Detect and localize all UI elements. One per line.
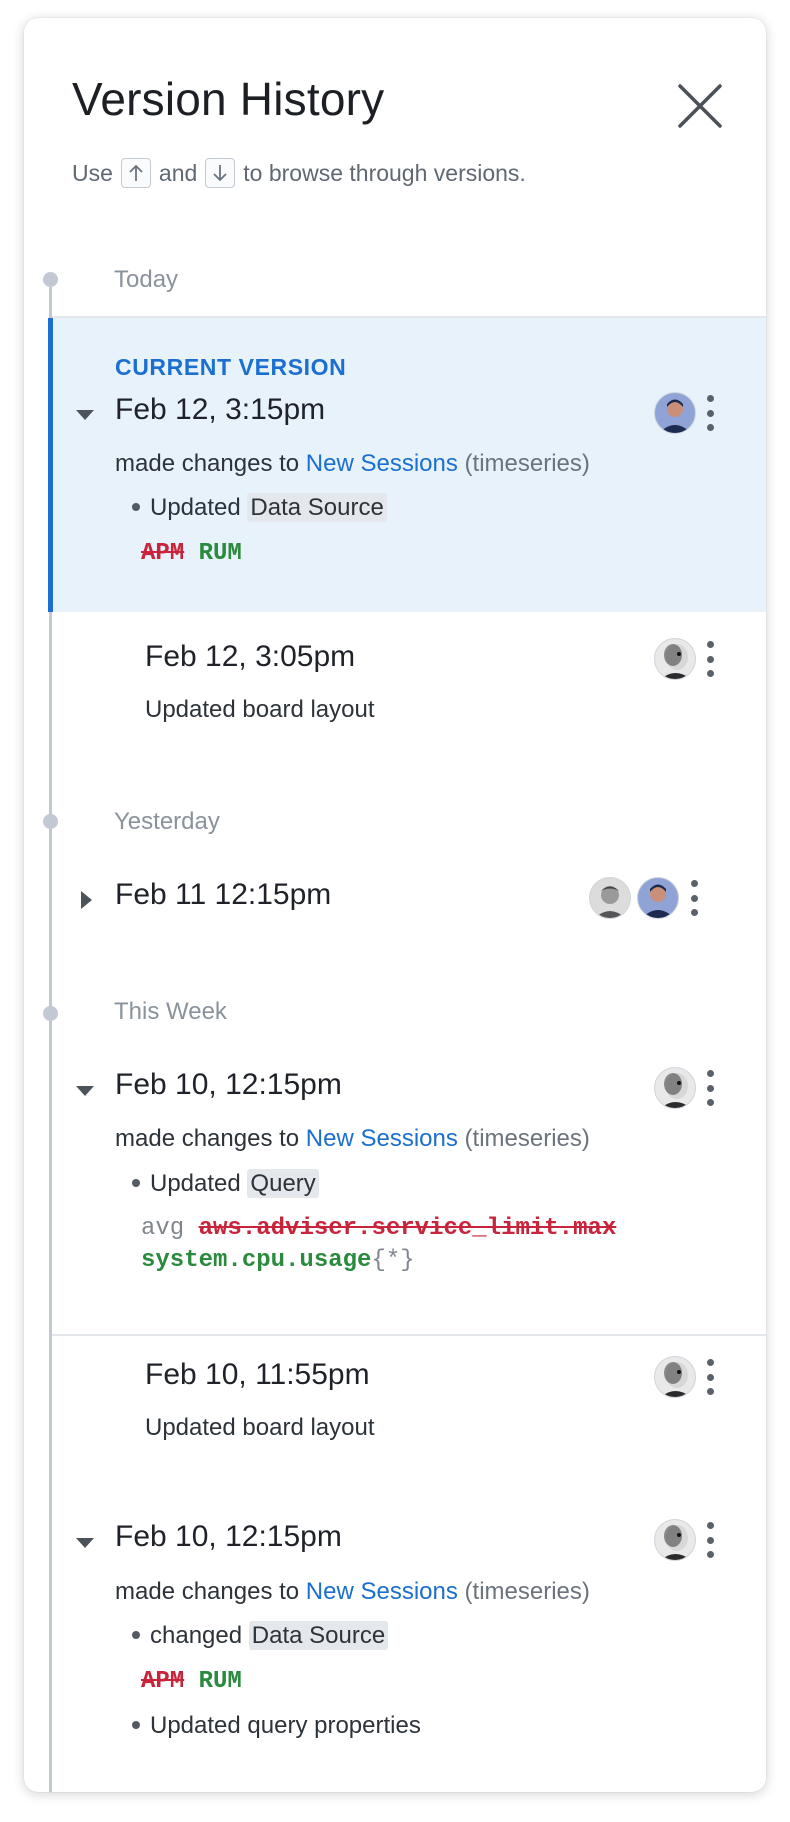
bullet-icon (132, 1179, 140, 1188)
change-bullet: Updated Data Source (132, 493, 387, 522)
change-description: made changes to New Sessions (timeseries… (115, 1125, 590, 1153)
bullet-icon (132, 1631, 140, 1640)
version-date[interactable]: Feb 10, 12:15pm (115, 1520, 342, 1554)
widget-type: (timeseries) (464, 1125, 590, 1152)
current-version-indicator (48, 318, 53, 612)
change-intro: made changes to (115, 1578, 300, 1605)
added-value: RUM (198, 540, 242, 567)
version-date[interactable]: Feb 11 12:15pm (115, 878, 331, 912)
bullet-verb: Updated (150, 1170, 241, 1197)
widget-type: (timeseries) (464, 1578, 590, 1605)
avatar (654, 638, 696, 680)
more-options-icon[interactable] (700, 1522, 720, 1558)
hint-use: Use (72, 159, 113, 186)
caret-down-icon[interactable] (74, 1080, 96, 1102)
version-date[interactable]: Feb 10, 12:15pm (115, 1068, 342, 1102)
version-date[interactable]: Feb 12, 3:05pm (145, 640, 355, 674)
group-label-this-week: This Week (114, 998, 227, 1025)
timeline-dot (43, 1006, 58, 1021)
removed-value: aws.adviser.service_limit.max (198, 1215, 617, 1242)
change-intro: made changes to (115, 1125, 300, 1152)
change-description: made changes to New Sessions (timeseries… (115, 1578, 590, 1606)
avatar (654, 1519, 696, 1561)
bullet-verb: Updated (150, 494, 241, 521)
avatar (654, 1356, 696, 1398)
added-value: RUM (198, 1668, 242, 1695)
bullet-icon (132, 503, 140, 512)
group-label-yesterday: Yesterday (114, 808, 220, 835)
avatar (654, 392, 696, 434)
more-options-icon[interactable] (684, 880, 704, 916)
timeline-dot (43, 814, 58, 829)
change-bullet: Updated query properties (132, 1712, 421, 1740)
field-chip: Data Source (248, 1621, 389, 1650)
bullet-text: Updated query properties (150, 1712, 421, 1739)
caret-right-icon[interactable] (76, 889, 98, 911)
change-bullet: Updated Query (132, 1169, 319, 1198)
close-icon[interactable] (672, 78, 728, 134)
widget-link[interactable]: New Sessions (306, 1578, 458, 1605)
more-options-icon[interactable] (700, 1359, 720, 1395)
current-version-label: CURRENT VERSION (115, 354, 347, 380)
version-summary: Updated board layout (145, 696, 375, 723)
keyboard-hint: Use and to browse through versions. (72, 158, 526, 188)
version-history-panel: Version History Use and to browse throug… (24, 18, 766, 1792)
caret-down-icon[interactable] (74, 1532, 96, 1554)
panel-title: Version History (72, 73, 385, 125)
more-options-icon[interactable] (700, 1070, 720, 1106)
avatar (654, 1067, 696, 1109)
aggregation: avg (141, 1215, 185, 1242)
diff-line: avg aws.adviser.service_limit.max (141, 1215, 616, 1242)
hint-and: and (158, 159, 198, 186)
arrow-up-icon (120, 158, 151, 188)
timeline-dot (43, 272, 58, 287)
version-date[interactable]: Feb 10, 11:55pm (145, 1358, 370, 1392)
diff-line: APM RUM (141, 1668, 242, 1695)
more-options-icon[interactable] (700, 641, 720, 677)
arrow-down-icon (205, 158, 236, 188)
removed-value: APM (141, 540, 185, 567)
field-chip: Data Source (247, 493, 387, 522)
avatar (589, 877, 631, 919)
change-bullet: changed Data Source (132, 1621, 389, 1650)
field-chip: Query (247, 1169, 319, 1198)
hint-tail: to browse through versions. (243, 159, 526, 186)
removed-value: APM (141, 1668, 185, 1695)
bullet-verb: changed (150, 1622, 243, 1649)
scope: {*} (371, 1247, 415, 1274)
version-date[interactable]: Feb 12, 3:15pm (115, 393, 325, 427)
group-label-today: Today (114, 266, 179, 293)
widget-link[interactable]: New Sessions (306, 1125, 458, 1152)
diff-line: system.cpu.usage{*} (141, 1247, 415, 1274)
version-summary: Updated board layout (145, 1414, 375, 1441)
change-intro: made changes to (115, 450, 300, 477)
widget-link[interactable]: New Sessions (306, 450, 458, 477)
diff-line: APM RUM (141, 540, 242, 567)
bullet-icon (132, 1721, 140, 1730)
avatar (637, 877, 679, 919)
change-description: made changes to New Sessions (timeseries… (115, 450, 590, 478)
caret-down-icon[interactable] (74, 404, 96, 426)
divider (52, 1334, 766, 1336)
added-value: system.cpu.usage (141, 1247, 372, 1274)
more-options-icon[interactable] (700, 395, 720, 431)
widget-type: (timeseries) (464, 450, 590, 477)
